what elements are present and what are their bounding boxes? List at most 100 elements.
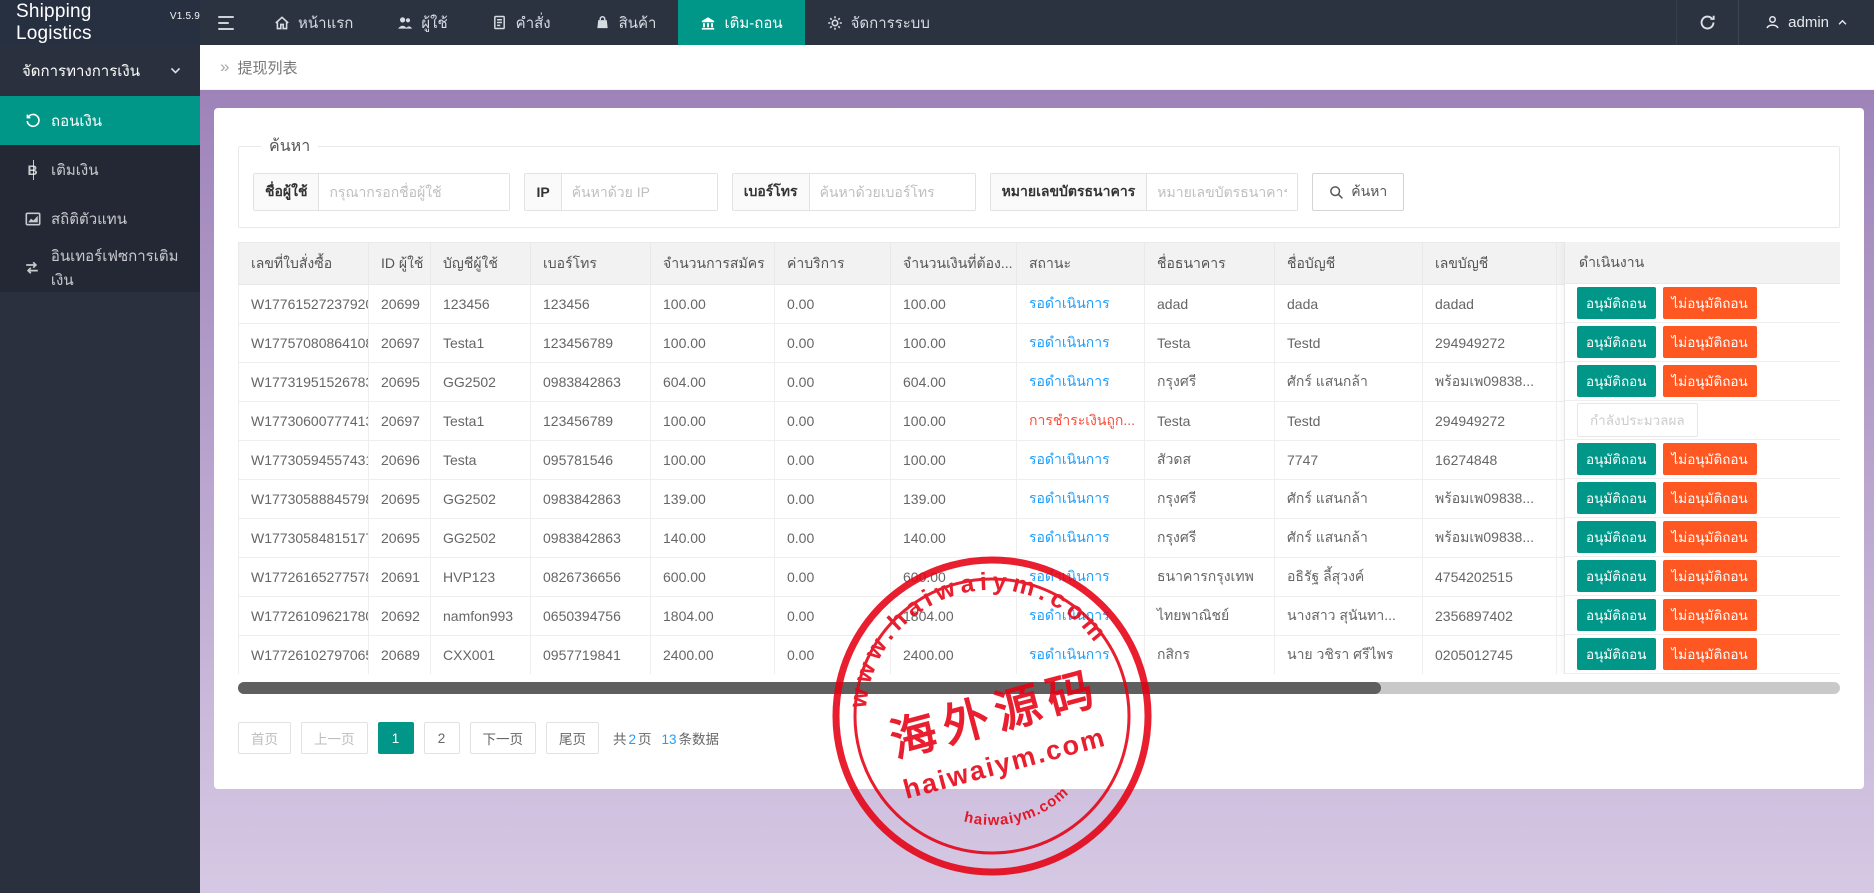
account-cell: GG2502: [431, 480, 531, 519]
summary-count-suffix: 条数据: [679, 732, 720, 747]
user-menu[interactable]: admin: [1738, 0, 1874, 45]
status-link[interactable]: รอดำเนินการ: [1029, 295, 1110, 311]
account-no-cell: 0205012745: [1423, 636, 1557, 675]
reject-withdraw-button[interactable]: ไม่อนุมัติถอน: [1663, 638, 1757, 670]
account-name-cell: 7747: [1275, 441, 1423, 480]
reject-withdraw-button[interactable]: ไม่อนุมัติถอน: [1663, 443, 1757, 475]
status-link[interactable]: รอดำเนินการ: [1029, 568, 1110, 584]
reject-withdraw-button[interactable]: ไม่อนุมัติถอน: [1663, 482, 1757, 514]
reject-withdraw-button[interactable]: ไม่อนุมัติถอน: [1663, 287, 1757, 319]
net-amount-cell: 140.00: [891, 519, 1017, 558]
net-amount-cell: 604.00: [891, 363, 1017, 402]
sidebar-item-chart[interactable]: สถิติตัวแทน: [0, 194, 200, 243]
approve-withdraw-button[interactable]: อนุมัติถอน: [1577, 326, 1656, 358]
account-no-cell: พร้อมเพ09838...: [1423, 519, 1557, 558]
refresh-icon[interactable]: [1676, 0, 1738, 45]
account-name-cell: Testd: [1275, 324, 1423, 363]
approve-withdraw-button[interactable]: อนุมัติถอน: [1577, 599, 1656, 631]
withdraw-table-zone: เลขที่ใบสั่งซื้อID ผู้ใช้บัญชีผู้ใช้เบอร…: [238, 242, 1840, 674]
bank-card-input[interactable]: [1147, 174, 1297, 210]
status-link[interactable]: รอดำเนินการ: [1029, 607, 1110, 623]
column-header: จำนวนเงินที่ต้อง...: [891, 243, 1017, 285]
page-button-下一页[interactable]: 下一页: [470, 722, 537, 754]
horizontal-scrollbar-track[interactable]: [238, 682, 1840, 694]
nav-item-bank[interactable]: เติม-ถอน: [678, 0, 804, 45]
phone-input[interactable]: [810, 174, 975, 210]
sidebar-item-swap[interactable]: อินเทอร์เฟซการเติมเงิน: [0, 243, 200, 292]
status-link[interactable]: การชำระเงินถูก...: [1029, 412, 1135, 428]
user-name: admin: [1788, 14, 1829, 31]
reject-withdraw-button[interactable]: ไม่อนุมัติถอน: [1663, 326, 1757, 358]
account-cell: GG2502: [431, 363, 531, 402]
sidebar-item-label: เติมเงิน: [51, 158, 98, 182]
phone-cell: 095781546: [531, 441, 651, 480]
account-name-cell: dada: [1275, 285, 1423, 324]
search-field-label: ชื่อผู้ใช้: [254, 174, 319, 210]
status-link[interactable]: รอดำเนินการ: [1029, 451, 1110, 467]
fee-cell: 0.00: [775, 636, 891, 675]
approve-withdraw-button[interactable]: อนุมัติถอน: [1577, 287, 1656, 319]
action-row: อนุมัติถอนไม่อนุมัติถอน: [1565, 440, 1840, 479]
sidebar-item-history[interactable]: ถอนเงิน: [0, 96, 200, 145]
action-row: อนุมัติถอนไม่อนุมัติถอน: [1565, 596, 1840, 635]
status-link[interactable]: รอดำเนินการ: [1029, 529, 1110, 545]
search-field-label: หมายเลขบัตรธนาคาร: [991, 174, 1148, 210]
amount-cell: 600.00: [651, 558, 775, 597]
chevron-down-icon: [169, 64, 182, 77]
search-field-label: เบอร์โทร: [733, 174, 810, 210]
account-name-cell: นางสาว สุนันทา...: [1275, 597, 1423, 636]
order-no-cell: W177261096217806: [239, 597, 369, 636]
account-cell: CXX001: [431, 636, 531, 675]
amount-cell: 1804.00: [651, 597, 775, 636]
nav-item-home[interactable]: หน้าแรก: [252, 0, 375, 45]
reject-withdraw-button[interactable]: ไม่อนุมัติถอน: [1663, 365, 1757, 397]
reject-withdraw-button[interactable]: ไม่อนุมัติถอน: [1663, 560, 1757, 592]
search-icon: [1329, 185, 1344, 200]
fee-cell: 0.00: [775, 441, 891, 480]
reject-withdraw-button[interactable]: ไม่อนุมัติถอน: [1663, 599, 1757, 631]
status-cell: การชำระเงินถูก...: [1017, 402, 1145, 441]
fee-cell: 0.00: [775, 519, 891, 558]
column-header: ชื่อบัญชี: [1275, 243, 1423, 285]
status-link[interactable]: รอดำเนินการ: [1029, 334, 1110, 350]
page-button-1[interactable]: 1: [378, 722, 414, 754]
status-cell: รอดำเนินการ: [1017, 324, 1145, 363]
approve-withdraw-button[interactable]: อนุมัติถอน: [1577, 365, 1656, 397]
chart-icon: [24, 210, 41, 227]
page-button-尾页[interactable]: 尾页: [546, 722, 599, 754]
sidebar-item-baht[interactable]: Bเติมเงิน: [0, 145, 200, 194]
approve-withdraw-button[interactable]: อนุมัติถอน: [1577, 560, 1656, 592]
order-no-cell: W177570808641085: [239, 324, 369, 363]
ip-input[interactable]: [562, 174, 717, 210]
status-link[interactable]: รอดำเนินการ: [1029, 373, 1110, 389]
status-link[interactable]: รอดำเนินการ: [1029, 646, 1110, 662]
phone-cell: 123456789: [531, 402, 651, 441]
nav-item-gears[interactable]: จัดการระบบ: [805, 0, 952, 45]
chevron-up-icon: [1837, 17, 1848, 28]
horizontal-scrollbar-thumb[interactable]: [238, 682, 1381, 694]
approve-withdraw-button[interactable]: อนุมัติถอน: [1577, 638, 1656, 670]
column-header: เลขบัญชี: [1423, 243, 1557, 285]
search-button[interactable]: ค้นหา: [1312, 173, 1404, 211]
sidebar-section-finance[interactable]: จัดการทางการเงิน: [0, 45, 200, 96]
nav-item-users[interactable]: ผู้ใช้: [375, 0, 469, 45]
sidebar-toggle-icon[interactable]: [200, 0, 252, 45]
column-header: จำนวนการสมัคร: [651, 243, 775, 285]
page-button-上一页: 上一页: [301, 722, 368, 754]
summary-record-count: 13: [660, 732, 679, 747]
approve-withdraw-button[interactable]: อนุมัติถอน: [1577, 521, 1656, 553]
nav-item-label: สินค้า: [619, 11, 657, 35]
main-content: ค้นหา ชื่อผู้ใช้IPเบอร์โทรหมายเลขบัตรธนา…: [200, 90, 1874, 893]
column-header: ID ผู้ใช้: [369, 243, 431, 285]
approve-withdraw-button[interactable]: อนุมัติถอน: [1577, 443, 1656, 475]
page-button-2[interactable]: 2: [424, 722, 460, 754]
approve-withdraw-button[interactable]: อนุมัติถอน: [1577, 482, 1656, 514]
reject-withdraw-button[interactable]: ไม่อนุมัติถอน: [1663, 521, 1757, 553]
nav-item-document[interactable]: คำสั่ง: [470, 0, 573, 45]
username-input[interactable]: [319, 174, 509, 210]
account-name-cell: ศักร์ แสนกล้า: [1275, 480, 1423, 519]
status-link[interactable]: รอดำเนินการ: [1029, 490, 1110, 506]
search-field-username: ชื่อผู้ใช้: [253, 173, 510, 211]
amount-cell: 604.00: [651, 363, 775, 402]
nav-item-bag[interactable]: สินค้า: [573, 0, 679, 45]
